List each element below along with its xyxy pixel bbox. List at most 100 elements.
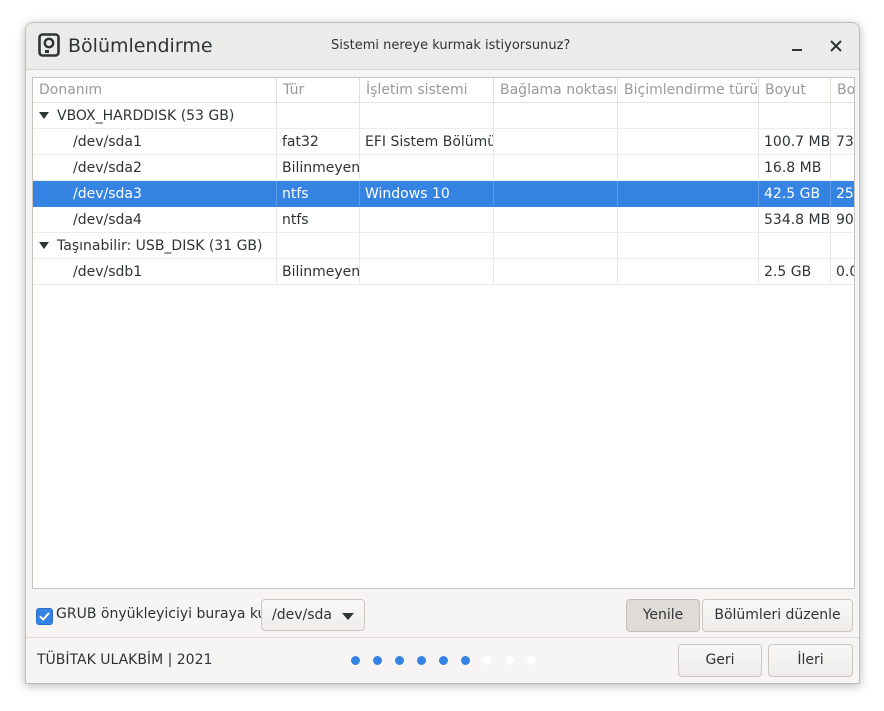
- grub-device-value: /dev/sda: [272, 607, 332, 623]
- progress-dot: [395, 656, 404, 665]
- grub-device-select[interactable]: /dev/sda: [261, 599, 365, 631]
- partition-row[interactable]: /dev/sdb1 Bilinmeyen 2.5 GB 0.0 GB: [33, 259, 854, 285]
- cell-free: [830, 233, 854, 259]
- cell-device-text: VBOX_HARDDISK (53 GB): [57, 108, 235, 124]
- grub-install-checkbox[interactable]: [36, 608, 53, 625]
- cell-free: 0.0 GB: [830, 259, 854, 285]
- installer-window: Bölümlendirme Sistemi nereye kurmak isti…: [25, 22, 860, 684]
- cell-os: EFI Sistem Bölümü: [359, 129, 493, 155]
- close-icon: [830, 40, 842, 52]
- progress-dot: [505, 656, 514, 665]
- cell-size-text: 42.5 GB: [764, 186, 821, 202]
- cell-device: /dev/sda3: [33, 181, 276, 207]
- cell-format: [617, 181, 758, 207]
- next-button[interactable]: İleri: [768, 644, 853, 677]
- cell-mount: [493, 259, 617, 285]
- cell-type-text: ntfs: [282, 212, 309, 228]
- progress-dot: [483, 656, 492, 665]
- cell-device: /dev/sdb1: [33, 259, 276, 285]
- progress-dot: [439, 656, 448, 665]
- cell-os: [359, 233, 493, 259]
- column-header-free[interactable]: Boş: [830, 78, 854, 102]
- table-header: Donanım Tür İşletim sistemi Bağlama nokt…: [33, 78, 854, 103]
- cell-free: 90.0 MB: [830, 207, 854, 233]
- disk-row[interactable]: VBOX_HARDDISK (53 GB): [33, 103, 854, 129]
- column-header-mount[interactable]: Bağlama noktası: [493, 78, 617, 102]
- cell-type-text: fat32: [282, 134, 319, 150]
- progress-dot: [527, 656, 536, 665]
- expander-down-icon[interactable]: [39, 241, 49, 249]
- cell-size: 2.5 GB: [758, 259, 830, 285]
- cell-device: Taşınabilir: USB_DISK (31 GB): [33, 233, 276, 259]
- progress-dot: [461, 656, 470, 665]
- table-body: VBOX_HARDDISK (53 GB) /dev/sda1 fat32 EFI S…: [33, 103, 854, 285]
- progress-dot: [351, 656, 360, 665]
- cell-os: [359, 259, 493, 285]
- column-header-size[interactable]: Boyut: [758, 78, 830, 102]
- cell-device-text: /dev/sda4: [73, 212, 142, 228]
- refresh-button[interactable]: Yenile: [626, 599, 700, 632]
- partition-row[interactable]: /dev/sda1 fat32 EFI Sistem Bölümü 100.7 MB 7…: [33, 129, 854, 155]
- progress-dot: [373, 656, 382, 665]
- cell-type-text: Bilinmeyen: [282, 264, 359, 280]
- cell-size-text: 100.7 MB: [764, 134, 830, 150]
- partition-row[interactable]: /dev/sda3 ntfs Windows 10 42.5 GB 25.1 GB: [33, 181, 854, 207]
- partition-row[interactable]: /dev/sda4 ntfs 534.8 MB 90.0 MB: [33, 207, 854, 233]
- cell-format: [617, 129, 758, 155]
- cell-mount: [493, 233, 617, 259]
- cell-format: [617, 233, 758, 259]
- cell-device-text: Taşınabilir: USB_DISK (31 GB): [57, 238, 263, 254]
- cell-type: ntfs: [276, 207, 359, 233]
- minimize-button[interactable]: [784, 33, 810, 59]
- back-button[interactable]: Geri: [678, 644, 762, 677]
- cell-os: [359, 155, 493, 181]
- edit-partitions-button[interactable]: Bölümleri düzenle: [702, 599, 853, 632]
- title-bar: Bölümlendirme Sistemi nereye kurmak isti…: [26, 23, 859, 70]
- column-header-os[interactable]: İşletim sistemi: [359, 78, 493, 102]
- cell-device: VBOX_HARDDISK (53 GB): [33, 103, 276, 129]
- cell-free: 73.3 MB: [830, 129, 854, 155]
- cell-type: [276, 103, 359, 129]
- cell-type: ntfs: [276, 181, 359, 207]
- cell-type-text: Bilinmeyen: [282, 160, 359, 176]
- check-icon: [39, 612, 50, 621]
- window-subtitle: Sistemi nereye kurmak istiyorsunuz?: [331, 38, 571, 53]
- cell-free: [830, 103, 854, 129]
- cell-size-text: 16.8 MB: [764, 160, 822, 176]
- cell-format: [617, 207, 758, 233]
- cell-size-text: 534.8 MB: [764, 212, 830, 228]
- cell-device: /dev/sda1: [33, 129, 276, 155]
- cell-size: [758, 233, 830, 259]
- cell-mount: [493, 129, 617, 155]
- column-header-type[interactable]: Tür: [276, 78, 359, 102]
- column-header-device[interactable]: Donanım: [33, 78, 276, 102]
- cell-device-text: /dev/sda2: [73, 160, 142, 176]
- cell-mount: [493, 155, 617, 181]
- cell-type: fat32: [276, 129, 359, 155]
- grub-install-label: GRUB önyükleyiciyi buraya kur:: [56, 606, 277, 622]
- disk-row[interactable]: Taşınabilir: USB_DISK (31 GB): [33, 233, 854, 259]
- footer-credits: TÜBİTAK ULAKBİM | 2021: [37, 652, 213, 668]
- partition-row[interactable]: /dev/sda2 Bilinmeyen 16.8 MB: [33, 155, 854, 181]
- cell-device: /dev/sda2: [33, 155, 276, 181]
- column-header-format[interactable]: Biçimlendirme türü: [617, 78, 758, 102]
- cell-os: Windows 10: [359, 181, 493, 207]
- cell-os: [359, 103, 493, 129]
- cell-free-text: 0.0 GB: [836, 264, 854, 280]
- cell-size: [758, 103, 830, 129]
- footer-separator: [26, 637, 859, 638]
- expander-down-icon[interactable]: [39, 111, 49, 119]
- cell-size: 42.5 GB: [758, 181, 830, 207]
- cell-free-text: 25.1 GB: [836, 186, 854, 202]
- cell-format: [617, 259, 758, 285]
- cell-free-text: 90.0 MB: [836, 212, 854, 228]
- cell-size-text: 2.5 GB: [764, 264, 812, 280]
- cell-size: 534.8 MB: [758, 207, 830, 233]
- cell-type: Bilinmeyen: [276, 259, 359, 285]
- close-button[interactable]: [823, 33, 849, 59]
- cell-type: [276, 233, 359, 259]
- cell-format: [617, 103, 758, 129]
- cell-free-text: 73.3 MB: [836, 134, 854, 150]
- cell-device: /dev/sda4: [33, 207, 276, 233]
- cell-format: [617, 155, 758, 181]
